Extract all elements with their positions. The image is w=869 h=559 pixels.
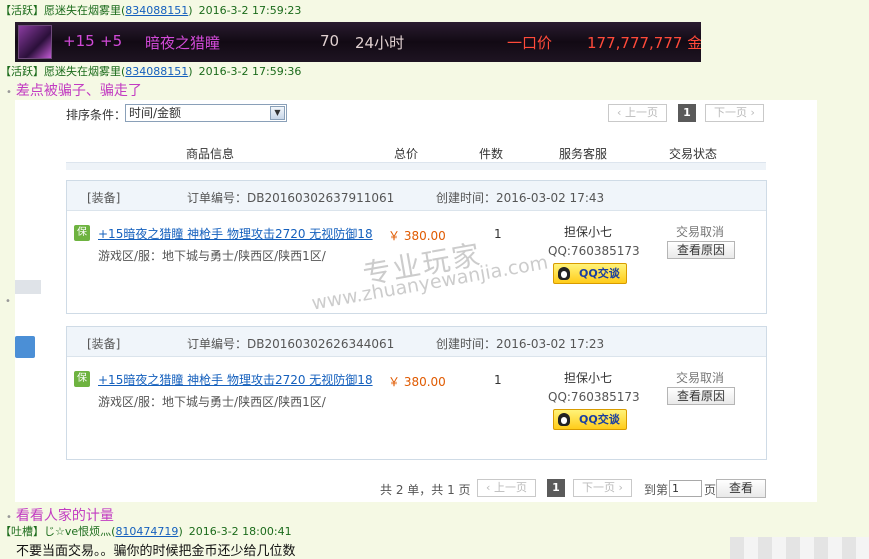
order-panel: 排序条件： 时间/金额 ▼ ‹ 上一页 1 下一页 › 商品信息 总价 件数 服… [41,100,817,502]
qq-penguin-icon [558,413,570,426]
chat-tag: 【吐槽】 [0,525,44,538]
chat-text: 看看人家的计量 [15,508,114,524]
page-unit: 页 [704,483,717,497]
chat-qq-link[interactable]: 834088151 [125,4,188,17]
col-service: 服务客服 [559,147,608,161]
page-summary: 共 2 单，共 1 页 [380,483,471,497]
service-qq: QQ:760385173 [548,244,640,258]
chat-header-1: 【活跃】愿迷失在烟雾里(834088151) 2016-3-2 17:59:23 [0,4,302,17]
chat-tag: 【活跃】 [0,4,44,17]
service-name: 担保小七 [564,225,613,239]
bullet-icon: • [5,296,11,307]
sort-value: 时间/金额 [129,106,182,120]
order-status: 交易取消 [676,371,725,385]
game-item-banner: +15 +5 暗夜之猎瞳 70 24小时 一口价 177,777,777 金币 [15,22,701,62]
goto-page-input[interactable]: 1 [669,480,702,497]
goto-label: 到第 [644,483,669,497]
qq-chat-button[interactable]: QQ交谈 [553,263,627,284]
chat-header-2: 【活跃】愿迷失在烟雾里(834088151) 2016-3-2 17:59:36 [0,65,302,78]
chat-username: 愿迷失在烟雾里 [44,65,121,78]
col-product: 商品信息 [186,147,235,161]
chat-text: 差点被骗子、骗走了 [15,83,142,99]
banner-level: 70 [320,32,340,50]
col-status: 交易状态 [669,147,718,161]
current-page: 1 [678,104,696,122]
order-number: 订单编号：DB20160302637911061 [187,191,395,205]
order-qty: 1 [494,227,502,241]
strip-blue-button[interactable] [15,336,35,358]
chat-time: 2016-3-2 17:59:36 [198,65,302,78]
order-qty: 1 [494,373,502,387]
chat-tag: 【活跃】 [0,65,44,78]
banner-duration: 24小时 [355,34,405,52]
next-page-button[interactable]: 下一页 › [705,104,764,122]
order-server: 游戏区/服：地下城与勇士/陕西区/陕西1区/ [98,395,326,409]
footer-next-button[interactable]: 下一页 › [573,479,632,497]
order-number: 订单编号：DB20160302626344061 [187,337,395,351]
footer-prev-button[interactable]: ‹ 上一页 [477,479,536,497]
order-header: [装备] 订单编号：DB20160302626344061 创建时间：2016-… [67,327,766,357]
view-reason-button[interactable]: 查看原因 [667,387,735,405]
prev-page-button[interactable]: ‹ 上一页 [608,104,667,122]
order-type: [装备] [87,191,121,205]
order-price: ￥ 380.00 [388,375,446,389]
chat-username: 愿迷失在烟雾里 [44,4,121,17]
order-card: [装备] 订单编号：DB20160302626344061 创建时间：2016-… [66,326,767,460]
chat-header-4: 【吐槽】じ☆ve恨烦灬(810474719) 2016-3-2 18:00:41 [0,525,292,538]
order-created: 创建时间：2016-03-02 17:23 [436,337,605,351]
chat-qq-link[interactable]: 810474719 [115,525,178,538]
qq-chat-button[interactable]: QQ交谈 [553,409,627,430]
banner-price: 177,777,777 金币 [587,34,701,52]
order-type: [装备] [87,337,121,351]
banner-plus5: +5 [100,32,123,50]
service-name: 担保小七 [564,371,613,385]
guarantee-badge: 保 [74,225,90,241]
service-qq: QQ:760385173 [548,390,640,404]
banner-plus15: +15 [63,32,95,50]
sort-select[interactable]: 时间/金额 ▼ [125,104,287,122]
chat-message-4: 不要当面交易。。骗你的时候把金币还少给几位数 [16,544,296,559]
goto-submit-button[interactable]: 查看 [716,479,766,498]
item-icon [18,25,52,59]
sort-label: 排序条件： [66,108,127,122]
banner-buyout-label: 一口价 [507,34,553,52]
chat-time: 2016-3-2 17:59:23 [198,4,302,17]
chat-time: 2016-3-2 18:00:41 [188,525,292,538]
col-total: 总价 [394,147,419,161]
banner-item-name: 暗夜之猎瞳 [145,34,221,52]
order-header: [装备] 订单编号：DB20160302637911061 创建时间：2016-… [67,181,766,211]
chat-message-2: • 差点被骗子、骗走了 [6,80,142,100]
qq-penguin-icon [558,267,570,280]
bullet-icon: • [6,512,12,523]
guarantee-badge: 保 [74,371,90,387]
order-server: 游戏区/服：地下城与勇士/陕西区/陕西1区/ [98,249,326,263]
chat-qq-link[interactable]: 834088151 [125,65,188,78]
blurred-region [730,537,869,559]
order-title-link[interactable]: +15暗夜之猎瞳 神枪手 物理攻击2720 无视防御18 [98,371,373,388]
order-created: 创建时间：2016-03-02 17:43 [436,191,605,205]
header-divider [66,162,766,170]
order-title-link[interactable]: +15暗夜之猎瞳 神枪手 物理攻击2720 无视防御18 [98,225,373,242]
chat-username: じ☆ve恨烦灬 [44,525,112,538]
bullet-icon: • [6,87,12,98]
order-status: 交易取消 [676,225,725,239]
footer-current-page: 1 [547,479,565,497]
col-quantity: 件数 [479,147,504,161]
embedded-left-strip [15,100,41,502]
chat-message-3: • 看看人家的计量 [6,505,114,525]
view-reason-button[interactable]: 查看原因 [667,241,735,259]
strip-bar [15,280,41,294]
chevron-down-icon[interactable]: ▼ [270,106,285,120]
